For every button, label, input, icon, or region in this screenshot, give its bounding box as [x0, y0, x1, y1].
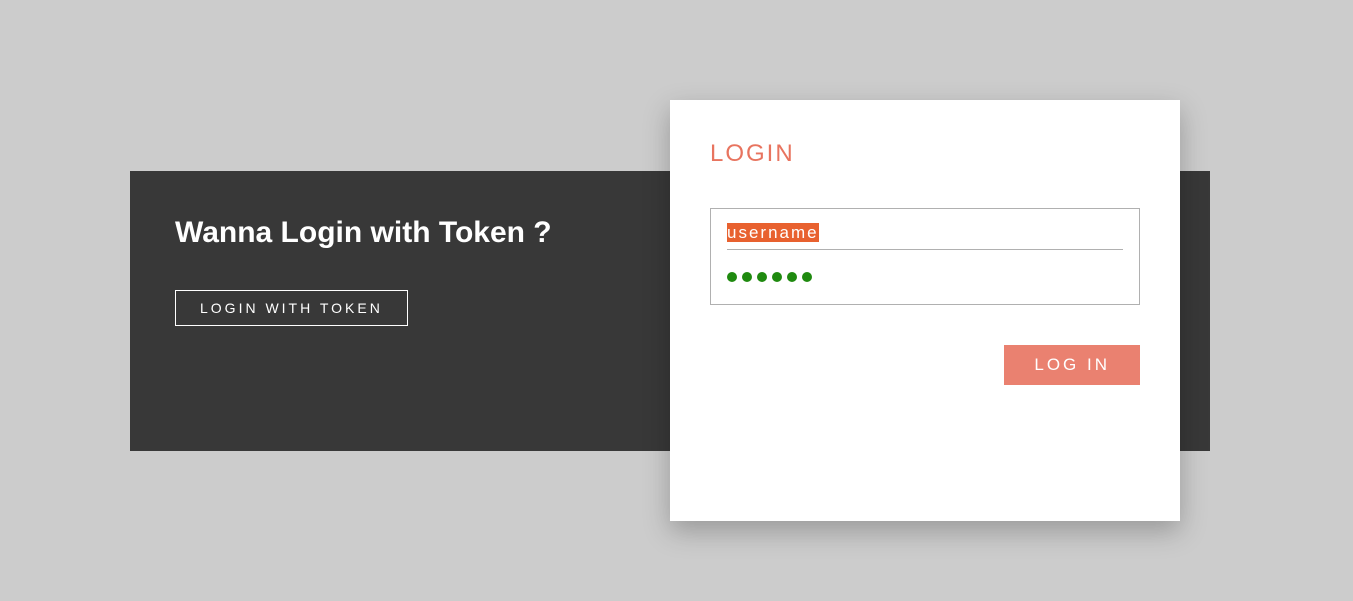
password-dot-icon: [772, 272, 782, 282]
login-with-token-button[interactable]: LOGIN WITH TOKEN: [175, 290, 408, 326]
username-input[interactable]: username: [727, 223, 819, 242]
login-title: LOGIN: [710, 140, 1140, 168]
login-submit-button[interactable]: LOG IN: [1004, 345, 1140, 385]
password-dot-icon: [802, 272, 812, 282]
login-button-row: LOG IN: [710, 345, 1140, 385]
username-field-wrapper[interactable]: username: [727, 217, 1123, 250]
password-dot-icon: [757, 272, 767, 282]
password-input[interactable]: [727, 268, 1123, 286]
login-fieldset: username: [710, 208, 1140, 305]
password-dot-icon: [742, 272, 752, 282]
password-field-wrapper[interactable]: [727, 262, 1123, 292]
password-dot-icon: [787, 272, 797, 282]
login-card: LOGIN username LOG IN: [670, 100, 1180, 521]
password-dot-icon: [727, 272, 737, 282]
